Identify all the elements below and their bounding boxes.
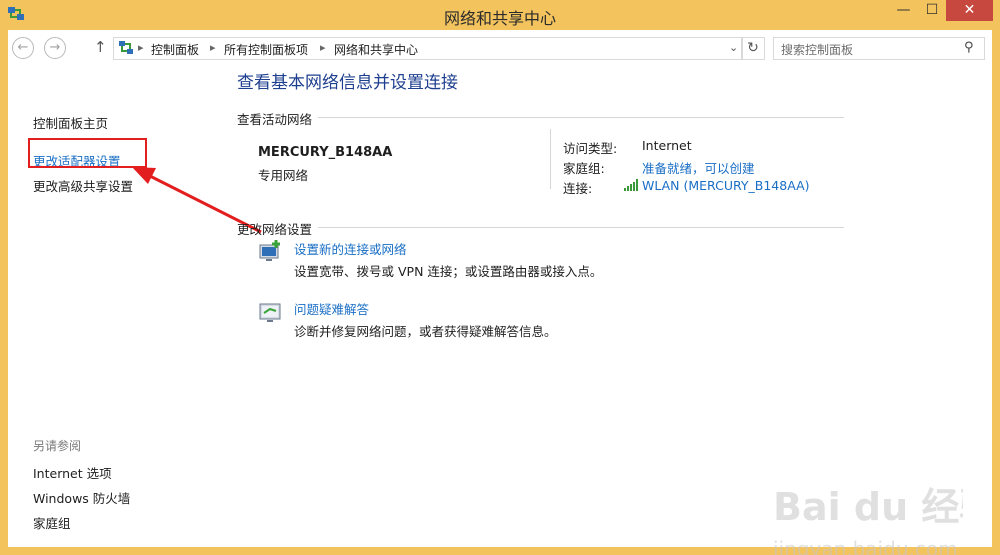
sidebar-item-homegroup[interactable]: 家庭组 [33, 513, 71, 532]
troubleshoot-link[interactable]: 问题疑难解答 [294, 299, 369, 318]
breadcrumb-separator-icon[interactable]: ▸ [210, 41, 216, 54]
sidebar-item-control-panel-home[interactable]: 控制面板主页 [33, 113, 108, 132]
watermark-url-text: jingyan.baidu.com [773, 537, 958, 555]
control-panel-icon [119, 41, 133, 54]
section-divider [318, 117, 844, 118]
address-bar[interactable]: ▸ 控制面板 ▸ 所有控制面板项 ▸ 网络和共享中心 ⌄ [113, 37, 743, 60]
breadcrumb-network-center[interactable]: 网络和共享中心 [334, 41, 418, 58]
search-input[interactable]: 搜索控制面板 ⚲ [773, 37, 985, 60]
address-dropdown-icon[interactable]: ⌄ [729, 41, 738, 54]
connection-label: 连接: [563, 181, 593, 196]
sidebar-item-windows-firewall[interactable]: Windows 防火墙 [33, 488, 130, 507]
watermark-brand-text: Bai du 经验 [773, 485, 963, 529]
page-title: 查看基本网络信息并设置连接 [237, 73, 458, 93]
homegroup-label: 家庭组: [563, 161, 605, 176]
network-setup-icon [259, 240, 280, 261]
window-frame: 网络和共享中心 — ☐ ✕ ← → ↑ ▸ 控制面板 ▸ 所有控制面板项 ▸ 网… [0, 0, 1000, 555]
vertical-divider [550, 129, 551, 189]
network-name: MERCURY_B148AA [258, 145, 393, 160]
active-networks-heading: 查看活动网络 [237, 112, 313, 127]
breadcrumb-separator-icon[interactable]: ▸ [138, 41, 144, 54]
setup-connection-description: 设置宽带、拨号或 VPN 连接；或设置路由器或接入点。 [294, 264, 603, 279]
back-button[interactable]: ← [12, 37, 34, 59]
troubleshoot-icon [259, 303, 281, 322]
forward-button[interactable]: → [44, 37, 66, 59]
up-button[interactable]: ↑ [94, 38, 107, 56]
left-pane: 控制面板主页 更改适配器设置 更改高级共享设置 另请参阅 Internet 选项… [8, 67, 262, 547]
window-client-area: ← → ↑ ▸ 控制面板 ▸ 所有控制面板项 ▸ 网络和共享中心 ⌄ ↻ 搜索控… [8, 30, 992, 555]
title-bar[interactable]: 网络和共享中心 — ☐ ✕ [0, 0, 1000, 30]
close-button[interactable]: ✕ [946, 0, 993, 21]
change-network-settings-heading: 更改网络设置 [237, 222, 313, 237]
sidebar-item-advanced-sharing[interactable]: 更改高级共享设置 [33, 176, 133, 195]
navigation-bar: ← → ↑ ▸ 控制面板 ▸ 所有控制面板项 ▸ 网络和共享中心 ⌄ ↻ 搜索控… [8, 30, 992, 67]
breadcrumb-control-panel[interactable]: 控制面板 [151, 41, 199, 58]
breadcrumb-separator-icon[interactable]: ▸ [320, 41, 326, 54]
search-icon[interactable]: ⚲ [964, 40, 974, 55]
see-also-heading: 另请参阅 [33, 439, 82, 453]
breadcrumb-all-items[interactable]: 所有控制面板项 [224, 41, 308, 58]
wifi-signal-icon [624, 179, 638, 191]
network-type: 专用网络 [258, 168, 309, 183]
search-placeholder: 搜索控制面板 [781, 43, 854, 57]
troubleshoot-description: 诊断并修复网络问题，或者获得疑难解答信息。 [294, 324, 557, 339]
setup-connection-link[interactable]: 设置新的连接或网络 [294, 239, 407, 258]
sidebar-item-internet-options[interactable]: Internet 选项 [33, 463, 112, 482]
access-type-value: Internet [642, 138, 692, 153]
baidu-jingyan-watermark: Bai du 经验 jingyan.baidu.com [773, 485, 963, 555]
access-type-label: 访问类型: [563, 141, 618, 156]
wlan-connection-link[interactable]: WLAN (MERCURY_B148AA) [642, 178, 810, 193]
homegroup-link[interactable]: 准备就绪，可以创建 [642, 158, 755, 177]
maximize-button[interactable]: ☐ [918, 0, 946, 21]
window-title: 网络和共享中心 [443, 9, 556, 28]
minimize-button[interactable]: — [889, 0, 918, 21]
refresh-button[interactable]: ↻ [741, 37, 765, 60]
section-divider [318, 227, 844, 228]
